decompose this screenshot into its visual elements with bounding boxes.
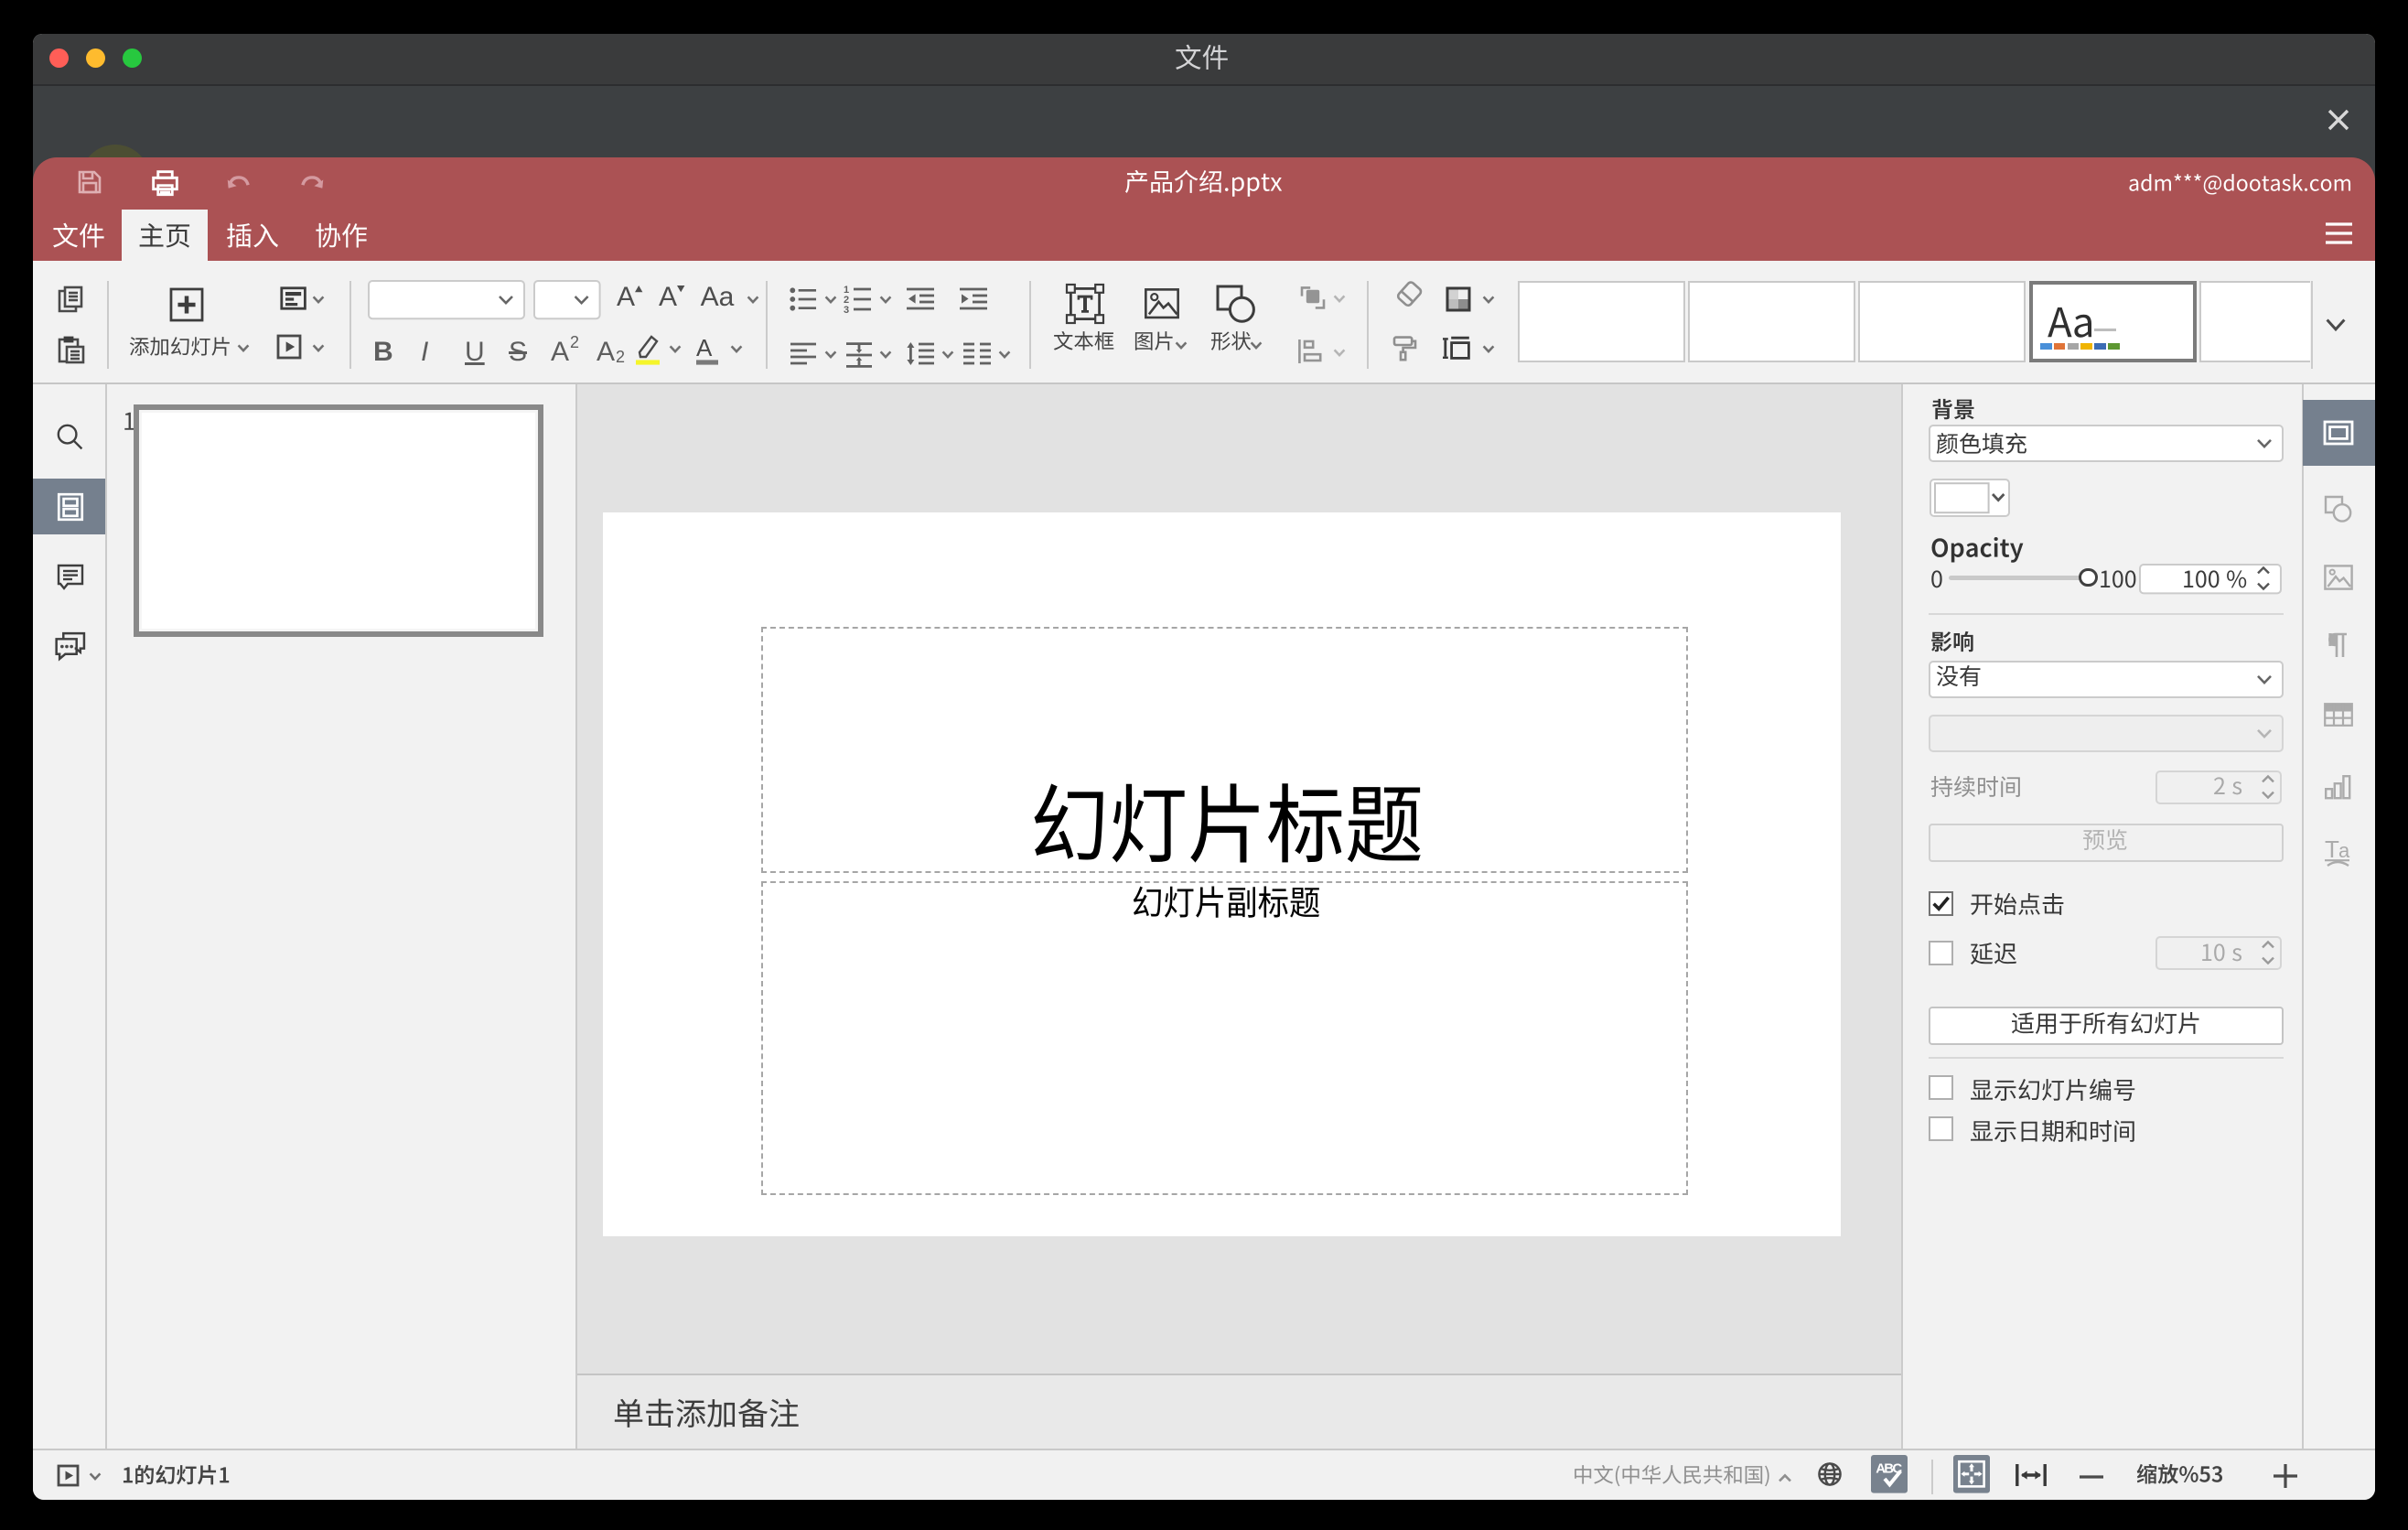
svg-text:3: 3: [844, 305, 849, 316]
svg-text:A: A: [696, 334, 713, 361]
svg-text:a: a: [2338, 839, 2350, 862]
svg-text:T: T: [2325, 835, 2339, 863]
